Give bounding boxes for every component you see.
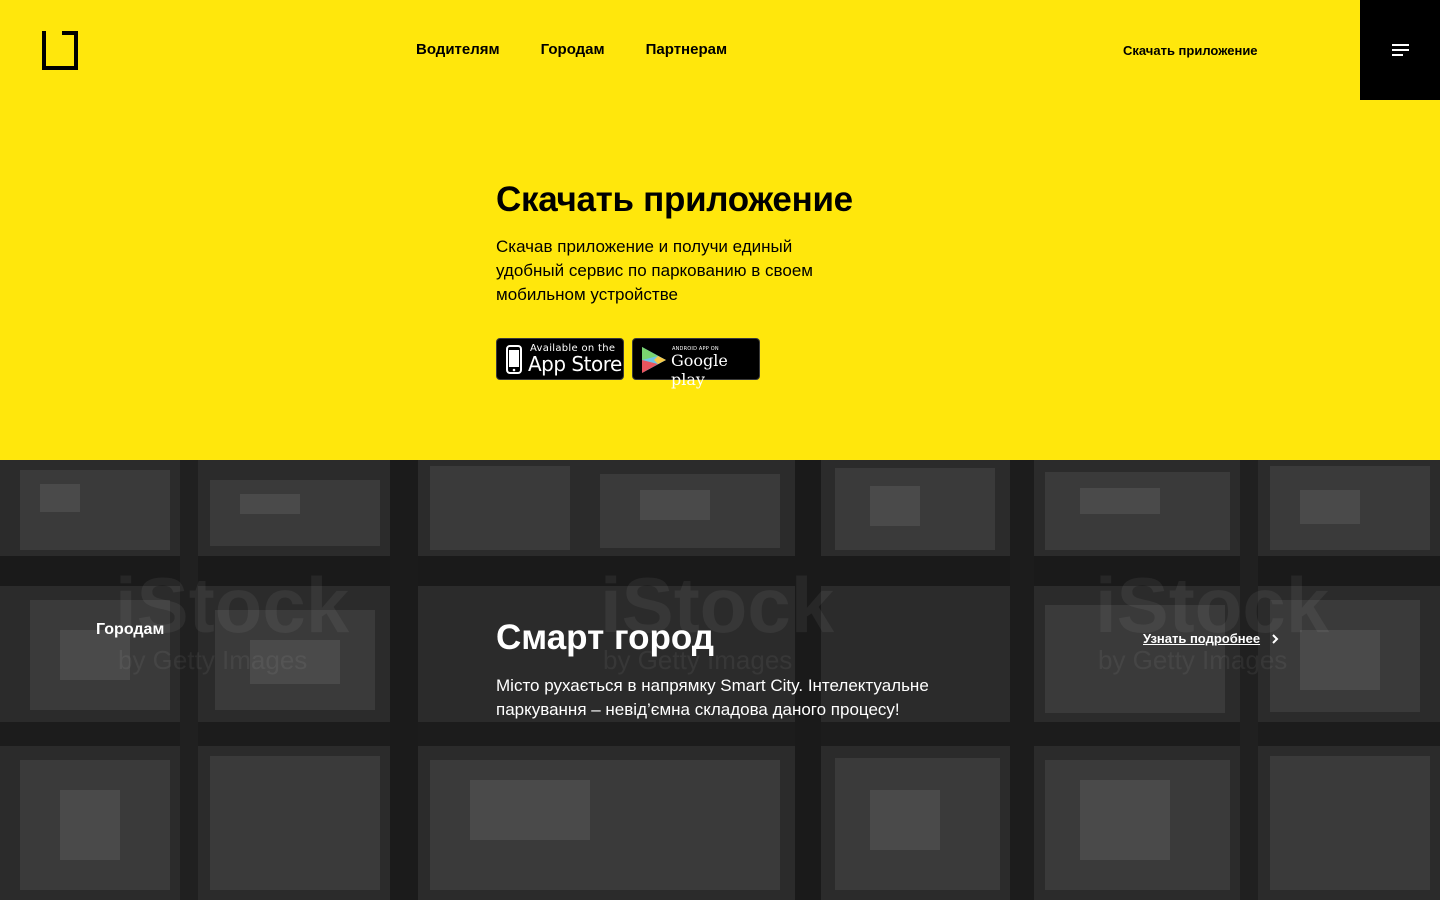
- menu-button[interactable]: [1360, 0, 1440, 100]
- watermark-subtext: by Getty Images: [1098, 645, 1288, 675]
- hero-block: Скачать приложение Скачав приложение и п…: [496, 178, 916, 307]
- store-buttons: Available on the App Store ANDROID APP O…: [496, 338, 768, 389]
- header-download-link[interactable]: Скачать приложение: [1123, 43, 1258, 59]
- google-play-button[interactable]: ANDROID APP ON Google play: [632, 338, 760, 389]
- nav-item-partners[interactable]: Партнерам: [646, 40, 727, 60]
- chevron-right-icon: [1272, 634, 1279, 644]
- logo-icon[interactable]: [42, 31, 78, 70]
- nav-item-drivers[interactable]: Водителям: [416, 40, 500, 60]
- hero-title: Скачать приложение: [496, 180, 853, 219]
- app-store-button[interactable]: Available on the App Store: [496, 338, 624, 380]
- section-label: Городам: [96, 621, 165, 638]
- phone-icon: [506, 345, 522, 374]
- smart-city-section: iStock by Getty Images iStock by Getty I…: [0, 460, 1440, 900]
- google-play-big-label: Google play: [671, 351, 728, 389]
- section-title: Смарт город: [496, 618, 714, 657]
- watermark-subtext: by Getty Images: [118, 645, 308, 675]
- download-section: Водителям Городам Партнерам Скачать прил…: [0, 0, 1440, 460]
- page: Водителям Городам Партнерам Скачать прил…: [0, 0, 1440, 900]
- nav-item-cities[interactable]: Городам: [541, 40, 605, 60]
- learn-more-label: Узнать подробнее: [1143, 631, 1261, 646]
- hero-text: Скачав приложение и получи единый удобны…: [496, 237, 813, 304]
- section-text: Місто рухається в напрямку Smart City. І…: [496, 676, 929, 719]
- main-nav: Водителям Городам Партнерам: [416, 40, 768, 60]
- play-triangle-icon: [642, 347, 666, 373]
- learn-more-link[interactable]: Узнать подробнее: [1143, 631, 1279, 646]
- app-store-big-label: App Store: [528, 352, 622, 376]
- hamburger-menu-icon: [1392, 44, 1409, 56]
